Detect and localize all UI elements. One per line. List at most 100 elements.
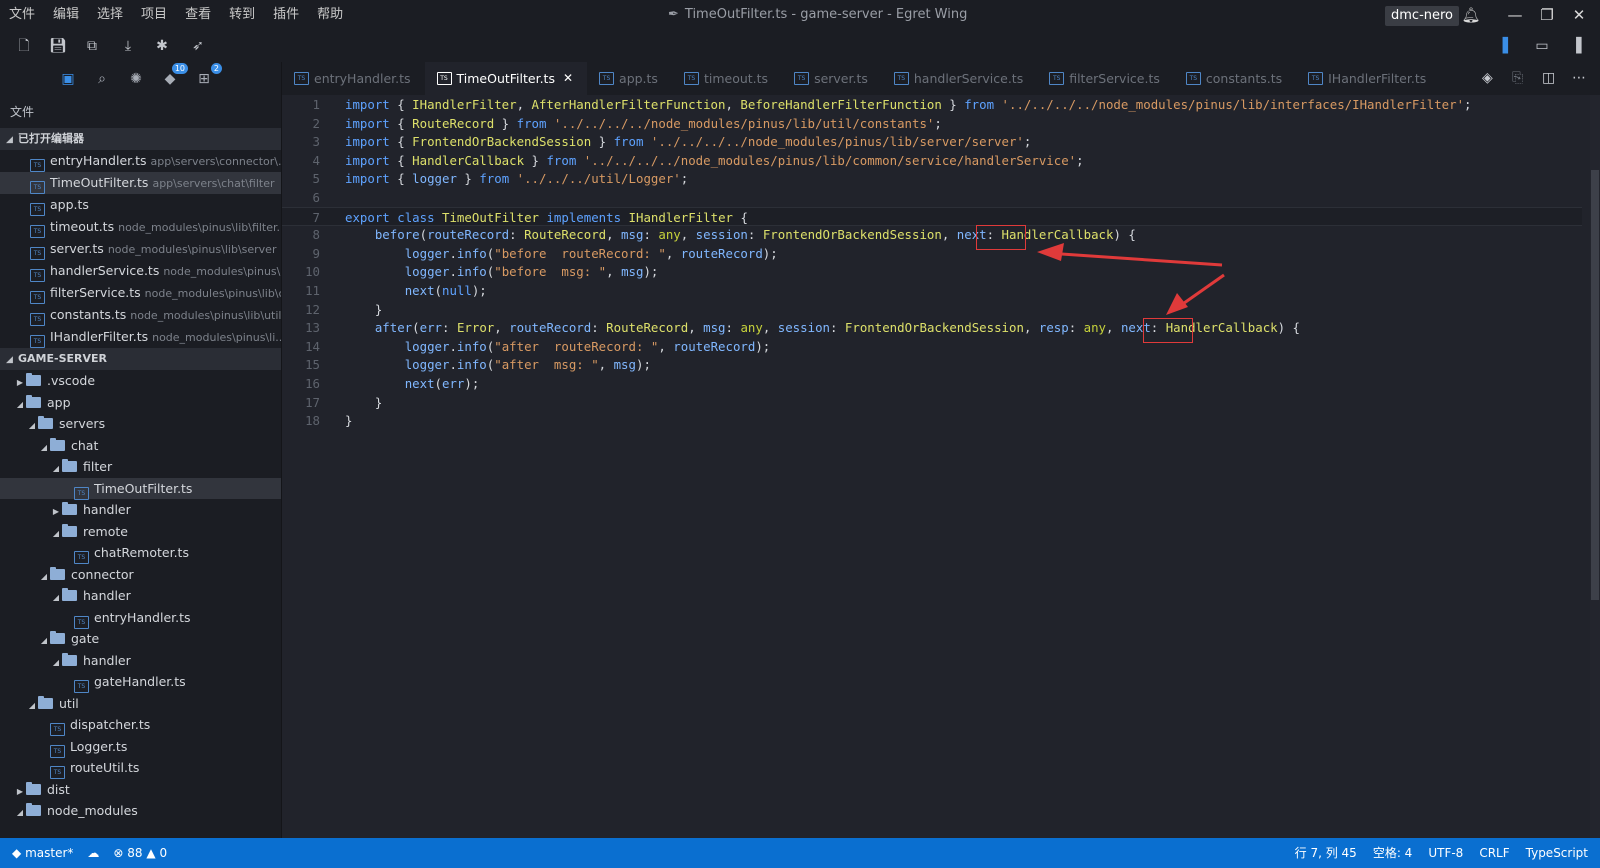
open-changes-icon[interactable]: ⎘ [1512, 62, 1523, 95]
tree-folder[interactable]: ◢ gate [0, 628, 281, 650]
branch-item[interactable]: ◆ master* [12, 838, 73, 868]
open-editor-item[interactable]: TS app.ts [0, 194, 281, 216]
menu-item[interactable]: 查看 [176, 0, 220, 30]
open-editor-item[interactable]: TS filterService.ts node_modules\pinus\lib… [0, 282, 281, 304]
code-line[interactable]: 13 after(err: Error, routeRecord: RouteR… [282, 318, 1582, 337]
tree-file[interactable]: TS dispatcher.ts [0, 714, 281, 736]
tree-folder[interactable]: ◢ util [0, 693, 281, 715]
code-line[interactable]: 8 before(routeRecord: RouteRecord, msg: … [282, 225, 1582, 244]
editor-tab[interactable]: TS app.ts [587, 62, 672, 95]
project-header[interactable]: ◢ GAME-SERVER [0, 348, 281, 370]
code-line[interactable]: 16 next(err); [282, 374, 1582, 393]
open-editor-item[interactable]: TS constants.ts node_modules\pinus\lib\uti… [0, 304, 281, 326]
editor-tab[interactable]: TS TimeOutFilter.ts ✕ [424, 62, 588, 95]
save-all-icon[interactable]: ⧉ [82, 36, 102, 56]
code-line[interactable]: 12 } [282, 300, 1582, 319]
open-editor-item[interactable]: TS handlerService.ts node_modules\pinus\l.… [0, 260, 281, 282]
code-line[interactable]: 7 export class TimeOutFilter implements I… [282, 206, 1582, 226]
editor-tab[interactable]: TS handlerService.ts [882, 62, 1037, 95]
bell-icon[interactable]: 🔔︎ [1460, 5, 1482, 25]
close-tab-icon[interactable]: ✕ [563, 62, 573, 95]
menu-item[interactable]: 项目 [132, 0, 176, 30]
tree-file[interactable]: TS Logger.ts [0, 736, 281, 758]
menu-item[interactable]: 插件 [264, 0, 308, 30]
language-mode[interactable]: TypeScript [1526, 838, 1588, 868]
tree-folder[interactable]: ◢ handler [0, 585, 281, 607]
code-line[interactable]: 2 import { RouteRecord } from '../../../.… [282, 114, 1582, 133]
menu-item[interactable]: 转到 [220, 0, 264, 30]
git-icon[interactable]: ◆ 10 [160, 63, 188, 89]
vertical-scrollbar[interactable] [1590, 95, 1600, 838]
tree-folder[interactable]: ◢ app [0, 392, 281, 414]
close-window-icon[interactable]: ✕ [1568, 5, 1590, 25]
tree-file[interactable]: TS chatRemoter.ts [0, 542, 281, 564]
code-line[interactable]: 6 [282, 188, 1582, 207]
menu-item[interactable]: 帮助 [308, 0, 352, 30]
code-line[interactable]: 1 import { IHandlerFilter, AfterHandlerFi… [282, 95, 1582, 114]
code-line[interactable]: 11 next(null); [282, 281, 1582, 300]
menu-item[interactable]: 编辑 [44, 0, 88, 30]
line-ending[interactable]: CRLF [1479, 838, 1509, 868]
tree-folder[interactable]: ▶ dist [0, 779, 281, 801]
restore-icon[interactable]: ❐ [1536, 5, 1558, 25]
editor-tab[interactable]: TS entryHandler.ts [282, 62, 425, 95]
problems-item[interactable]: ⊗ 88 ▲ 0 [113, 838, 167, 868]
user-badge[interactable]: dmc-nero [1385, 6, 1460, 26]
minimize-icon[interactable]: — [1504, 5, 1526, 25]
debug-icon[interactable]: ✱ [152, 36, 172, 56]
menu-item[interactable]: 选择 [88, 0, 132, 30]
editor-tab[interactable]: TS constants.ts [1174, 62, 1296, 95]
tree-file[interactable]: TS entryHandler.ts [0, 607, 281, 629]
tree-file[interactable]: TS TimeOutFilter.ts [0, 477, 281, 500]
code-line[interactable]: 9 logger.info("before routeRecord: ", ro… [282, 244, 1582, 263]
more-actions-icon[interactable]: ⋯ [1572, 62, 1586, 95]
extensions-icon[interactable]: ✺ [126, 69, 146, 89]
toggle-right-panel-icon[interactable]: ▐ [1566, 36, 1586, 56]
editor-tab[interactable]: TS filterService.ts [1037, 62, 1174, 95]
code-line[interactable]: 17 } [282, 393, 1582, 412]
open-editor-item[interactable]: TS server.ts node_modules\pinus\lib\server [0, 238, 281, 260]
split-editor-icon[interactable]: ◫ [1542, 62, 1555, 95]
tree-folder[interactable]: ▶ .vscode [0, 370, 281, 392]
editor-tab[interactable]: TS server.ts [782, 62, 882, 95]
code-line[interactable]: 14 logger.info("after routeRecord: ", ro… [282, 337, 1582, 356]
scrollbar-thumb[interactable] [1591, 170, 1599, 600]
toggle-panel-icon[interactable]: ▭ [1532, 36, 1552, 56]
code-line[interactable]: 5 import { logger } from '../../../util/L… [282, 169, 1582, 188]
code-editor[interactable]: 1 import { IHandlerFilter, AfterHandlerFi… [282, 95, 1600, 838]
editor-tab[interactable]: TS IHandlerFilter.ts [1296, 62, 1440, 95]
open-editors-header[interactable]: ◢ 已打开编辑器 [0, 128, 281, 150]
toggle-sidebar-icon[interactable]: ▌ [1498, 36, 1518, 56]
save-icon[interactable]: 💾︎ [48, 36, 68, 56]
code-line[interactable]: 4 import { HandlerCallback } from '../../… [282, 151, 1582, 170]
tree-folder[interactable]: ◢ filter [0, 456, 281, 478]
menu-item[interactable]: 文件 [0, 0, 44, 30]
encoding[interactable]: UTF-8 [1428, 838, 1463, 868]
tree-file[interactable]: TS routeUtil.ts [0, 757, 281, 779]
code-line[interactable]: 15 logger.info("after msg: ", msg); [282, 355, 1582, 374]
sync-icon[interactable]: ☁ [87, 838, 99, 868]
download-icon[interactable]: ⤓ [118, 36, 138, 56]
open-editor-item[interactable]: TS entryHandler.ts app\servers\connector\.… [0, 150, 281, 172]
code-line[interactable]: 10 logger.info("before msg: ", msg); [282, 262, 1582, 281]
indentation[interactable]: 空格: 4 [1373, 838, 1413, 868]
tree-folder[interactable]: ◢ node_modules [0, 800, 281, 822]
rocket-icon[interactable]: ➶ [188, 36, 208, 56]
debug-panel-icon[interactable]: ⊞ 2 [194, 63, 222, 89]
code-line[interactable]: 18} [282, 411, 1582, 430]
new-file-icon[interactable]: 🗋︎ [14, 36, 34, 56]
open-editor-item[interactable]: TS IHandlerFilter.ts node_modules\pinus\li… [0, 326, 281, 348]
search-icon[interactable]: ⌕ [92, 69, 112, 89]
files-icon[interactable]: ▣ [58, 69, 78, 89]
tree-folder[interactable]: ◢ connector [0, 564, 281, 586]
tree-folder[interactable]: ▶ handler [0, 499, 281, 521]
tree-folder[interactable]: ◢ handler [0, 650, 281, 672]
open-editor-item[interactable]: TS TimeOutFilter.ts app\servers\chat\filte… [0, 172, 281, 194]
editor-tab[interactable]: TS timeout.ts [672, 62, 782, 95]
open-editor-item[interactable]: TS timeout.ts node_modules\pinus\lib\filte… [0, 216, 281, 238]
tree-folder[interactable]: ◢ chat [0, 435, 281, 457]
tree-file[interactable]: TS gateHandler.ts [0, 671, 281, 693]
code-line[interactable]: 3 import { FrontendOrBackendSession } fro… [282, 132, 1582, 151]
tree-folder[interactable]: ◢ servers [0, 413, 281, 435]
tree-folder[interactable]: ◢ remote [0, 521, 281, 543]
